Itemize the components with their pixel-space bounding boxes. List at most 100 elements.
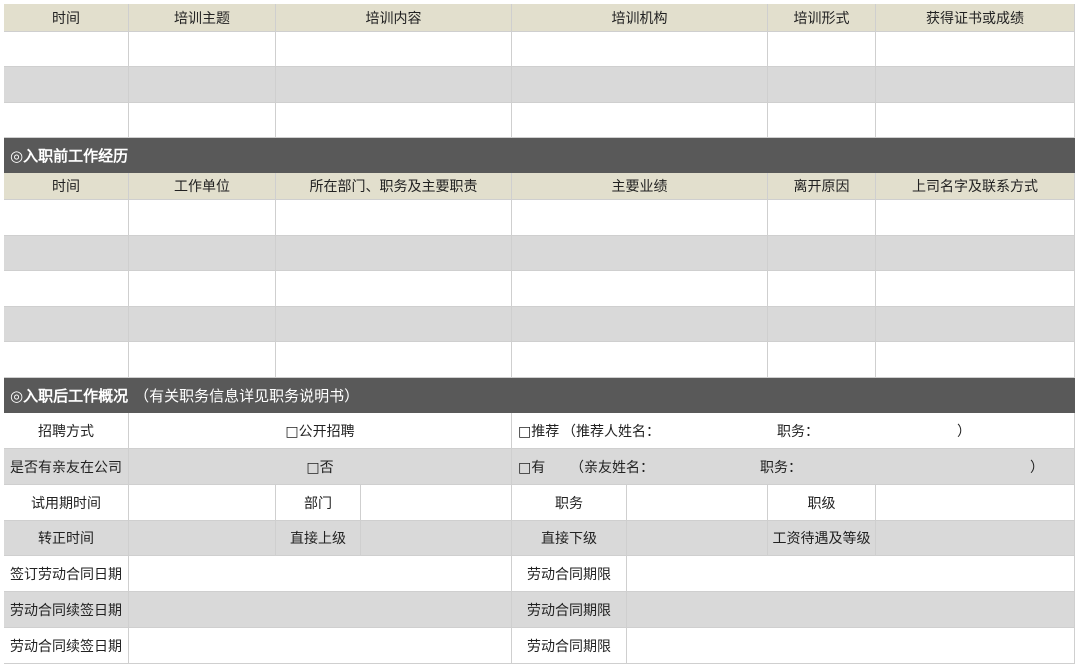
work-row-5-employer[interactable]	[129, 342, 276, 378]
relatives-no-checkbox[interactable]: □否	[306, 457, 333, 477]
work-header-achievements: 主要业绩	[512, 173, 768, 200]
probation-label: 试用期时间	[4, 485, 129, 521]
training-header-certificate: 获得证书或成绩	[876, 4, 1075, 32]
training-row-2-certificate[interactable]	[876, 67, 1075, 103]
work-row-2-time[interactable]	[4, 236, 129, 271]
relatives-yes-checkbox[interactable]: □有	[518, 457, 570, 477]
contract-term-value[interactable]	[627, 556, 1075, 592]
work-row-1-employer[interactable]	[129, 200, 276, 236]
department-value[interactable]	[361, 485, 512, 521]
work-row-3-leave-reason[interactable]	[768, 271, 876, 307]
recruit-referral-checkbox[interactable]: □推荐	[518, 421, 562, 441]
training-row-2-content[interactable]	[276, 67, 512, 103]
referrer-name-label: （推荐人姓名：	[562, 423, 660, 440]
work-row-1-duties[interactable]	[276, 200, 512, 236]
work-header-duties: 所在部门、职务及主要职责	[276, 173, 512, 200]
training-header-institution: 培训机构	[512, 4, 768, 32]
contract-renewal-date-label-2: 劳动合同续签日期	[4, 628, 129, 664]
work-row-5-time[interactable]	[4, 342, 129, 378]
work-row-2-achievements[interactable]	[512, 236, 768, 271]
work-row-5-achievements[interactable]	[512, 342, 768, 378]
subordinate-label: 直接下级	[512, 521, 627, 556]
training-row-3-topic[interactable]	[129, 103, 276, 138]
contract-renewal-term-value-2[interactable]	[627, 628, 1075, 664]
work-row-2-supervisor-contact[interactable]	[876, 236, 1075, 271]
work-row-4-employer[interactable]	[129, 307, 276, 342]
work-row-3-employer[interactable]	[129, 271, 276, 307]
work-row-4-duties[interactable]	[276, 307, 512, 342]
rank-label: 职级	[768, 485, 876, 521]
relatives-close-paren: ）	[1030, 459, 1044, 476]
relative-position-label: 职务：	[760, 459, 802, 476]
supervisor-label: 直接上级	[276, 521, 361, 556]
section-note-post-entry: （有关职务信息详见职务说明书）	[134, 387, 360, 405]
position-value[interactable]	[627, 485, 768, 521]
work-row-4-time[interactable]	[4, 307, 129, 342]
regularization-label: 转正时间	[4, 521, 129, 556]
work-row-3-time[interactable]	[4, 271, 129, 307]
recruit-referral-cell: □推荐 （推荐人姓名： 职务： ）	[512, 413, 1075, 449]
relatives-no-cell[interactable]: □否	[129, 449, 512, 485]
training-header-content: 培训内容	[276, 4, 512, 32]
training-row-2-time[interactable]	[4, 67, 129, 103]
training-row-1-topic[interactable]	[129, 32, 276, 67]
contract-renewal-term-label-2: 劳动合同期限	[512, 628, 627, 664]
work-header-time: 时间	[4, 173, 129, 200]
employee-record-form: 时间 培训主题 培训内容 培训机构 培训形式 获得证书或成绩 ◎入职前工作经历 …	[0, 0, 1080, 668]
salary-value[interactable]	[876, 521, 1075, 556]
training-row-3-institution[interactable]	[512, 103, 768, 138]
relative-name-label: （亲友姓名：	[570, 459, 654, 476]
work-row-1-leave-reason[interactable]	[768, 200, 876, 236]
work-row-3-achievements[interactable]	[512, 271, 768, 307]
supervisor-value[interactable]	[361, 521, 512, 556]
training-row-3-content[interactable]	[276, 103, 512, 138]
work-row-4-achievements[interactable]	[512, 307, 768, 342]
work-row-3-supervisor-contact[interactable]	[876, 271, 1075, 307]
work-row-5-leave-reason[interactable]	[768, 342, 876, 378]
contract-renewal-date-value-2[interactable]	[129, 628, 512, 664]
work-row-1-time[interactable]	[4, 200, 129, 236]
contract-sign-date-value[interactable]	[129, 556, 512, 592]
work-row-1-achievements[interactable]	[512, 200, 768, 236]
training-row-1-time[interactable]	[4, 32, 129, 67]
training-row-3-certificate[interactable]	[876, 103, 1075, 138]
subordinate-value[interactable]	[627, 521, 768, 556]
work-row-3-duties[interactable]	[276, 271, 512, 307]
work-row-4-leave-reason[interactable]	[768, 307, 876, 342]
regularization-value[interactable]	[129, 521, 276, 556]
training-row-1-institution[interactable]	[512, 32, 768, 67]
work-row-5-supervisor-contact[interactable]	[876, 342, 1075, 378]
work-row-4-supervisor-contact[interactable]	[876, 307, 1075, 342]
probation-value[interactable]	[129, 485, 276, 521]
training-row-3-format[interactable]	[768, 103, 876, 138]
recruit-method-label: 招聘方式	[4, 413, 129, 449]
referrer-position-label: 职务：	[777, 423, 819, 440]
section-header-prior-work: ◎入职前工作经历	[4, 138, 1075, 173]
training-row-1-certificate[interactable]	[876, 32, 1075, 67]
rank-value[interactable]	[876, 485, 1075, 521]
training-row-2-institution[interactable]	[512, 67, 768, 103]
recruit-public-cell[interactable]: □公开招聘	[129, 413, 512, 449]
training-header-time: 时间	[4, 4, 129, 32]
work-row-2-employer[interactable]	[129, 236, 276, 271]
training-row-1-format[interactable]	[768, 32, 876, 67]
contract-term-label: 劳动合同期限	[512, 556, 627, 592]
training-row-3-time[interactable]	[4, 103, 129, 138]
contract-renewal-term-label-1: 劳动合同期限	[512, 592, 627, 628]
contract-renewal-date-value-1[interactable]	[129, 592, 512, 628]
contract-renewal-term-value-1[interactable]	[627, 592, 1075, 628]
contract-sign-date-label: 签订劳动合同日期	[4, 556, 129, 592]
training-row-2-format[interactable]	[768, 67, 876, 103]
position-label: 职务	[512, 485, 627, 521]
contract-renewal-date-label-1: 劳动合同续签日期	[4, 592, 129, 628]
training-row-2-topic[interactable]	[129, 67, 276, 103]
work-header-supervisor-contact: 上司名字及联系方式	[876, 173, 1075, 200]
training-row-1-content[interactable]	[276, 32, 512, 67]
work-row-5-duties[interactable]	[276, 342, 512, 378]
work-header-employer: 工作单位	[129, 173, 276, 200]
work-row-1-supervisor-contact[interactable]	[876, 200, 1075, 236]
recruit-public-checkbox[interactable]: □公开招聘	[285, 421, 354, 441]
work-row-2-leave-reason[interactable]	[768, 236, 876, 271]
training-header-topic: 培训主题	[129, 4, 276, 32]
work-row-2-duties[interactable]	[276, 236, 512, 271]
